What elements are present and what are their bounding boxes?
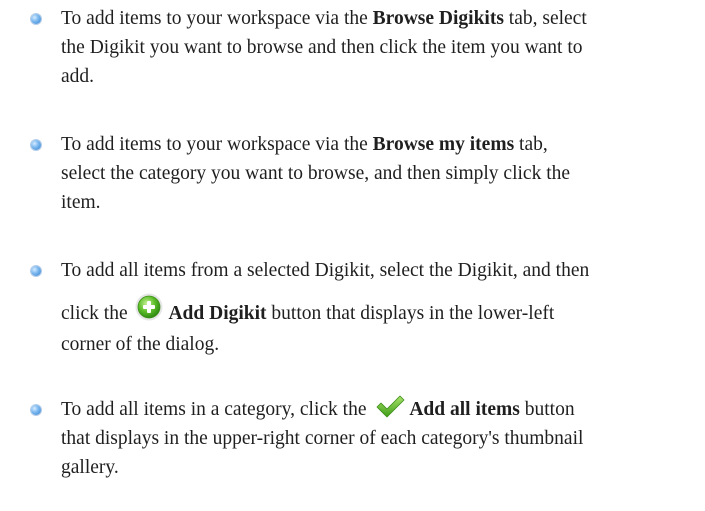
text-segment: To add items to your workspace via the — [61, 8, 373, 29]
text-line: To add items to your workspace via the B… — [61, 130, 701, 159]
add-all-items-button-name: Add all items — [409, 399, 520, 420]
add-digikit-icon — [134, 292, 164, 322]
text-line: To add items to your workspace via the B… — [61, 4, 701, 33]
text-segment: tab, — [514, 134, 548, 155]
text-line: corner of the dialog. — [61, 333, 220, 355]
text-segment: button that displays in the lower-left — [266, 303, 555, 324]
text-line: that displays in the upper-right corner … — [61, 428, 584, 449]
text-line: gallery. — [61, 457, 119, 478]
text-line: select the category you want to browse, … — [61, 163, 571, 184]
add-digikit-button-name: Add Digikit — [168, 303, 267, 324]
text-line: add. — [61, 66, 95, 87]
bullet-icon — [31, 14, 41, 24]
text-line: To add all items from a selected Digikit… — [61, 260, 590, 281]
text-line: the Digikit you want to browse and then … — [61, 37, 583, 58]
browse-my-items-tab-name: Browse my items — [372, 134, 515, 155]
add-all-items-icon — [375, 393, 405, 419]
text-segment: To add all items in a category, click th… — [61, 399, 372, 420]
bullet-icon — [31, 405, 41, 415]
text-segment: tab, select — [503, 8, 587, 29]
list-item-text: To add items to your workspace via the B… — [61, 130, 701, 217]
list-item-text: To add items to your workspace via the B… — [61, 4, 701, 91]
instruction-list: To add items to your workspace via the B… — [0, 0, 705, 511]
text-segment: button — [519, 399, 575, 420]
text-segment: To add items to your workspace via the — [61, 134, 373, 155]
browse-digikits-tab-name: Browse Digikits — [372, 8, 504, 29]
text-line: To add all items in a category, click th… — [61, 395, 701, 424]
list-item-text: To add all items from a selected Digikit… — [61, 256, 701, 359]
bullet-icon — [31, 266, 41, 276]
bullet-icon — [31, 140, 41, 150]
list-item-text: To add all items in a category, click th… — [61, 395, 701, 482]
text-line: item. — [61, 192, 101, 213]
text-segment: click the — [61, 303, 133, 324]
text-line: click the Add Digikit button that displa… — [61, 293, 701, 330]
